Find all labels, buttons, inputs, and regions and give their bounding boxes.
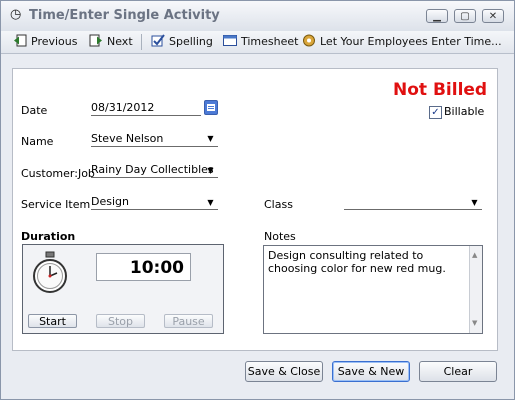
customer-job-field[interactable]: Rainy Day Collectibles — [91, 162, 218, 178]
name-field[interactable]: Steve Nelson — [91, 131, 218, 147]
close-icon: ✕ — [488, 11, 498, 22]
clock-icon: ◷ — [10, 7, 22, 22]
notes-value: Design consulting related to choosing co… — [268, 249, 446, 275]
name-value: Steve Nelson — [91, 132, 164, 145]
customer-job-label: Customer:Job — [21, 167, 95, 180]
customer-job-dropdown-arrow-icon[interactable]: ▼ — [204, 164, 217, 177]
date-value: 08/31/2012 — [91, 101, 155, 114]
employees-enter-time-button[interactable]: Let Your Employees Enter Time... — [302, 34, 502, 50]
timer-box: 10:00 Start Stop Pause — [22, 244, 224, 334]
toolbar: Previous Next Spelling Timesheet Let You… — [1, 31, 514, 54]
previous-label: Previous — [31, 35, 78, 48]
service-item-field[interactable]: Design — [91, 194, 218, 210]
notes-label: Notes — [264, 230, 296, 243]
save-close-button[interactable]: Save & Close — [245, 361, 323, 382]
minimize-button[interactable]: ▁ — [426, 9, 448, 23]
service-item-dropdown-arrow-icon[interactable]: ▼ — [204, 196, 217, 209]
next-icon — [89, 34, 102, 47]
stop-button[interactable]: Stop — [96, 314, 145, 328]
maximize-button[interactable]: ▢ — [454, 9, 476, 23]
notes-scrollbar[interactable]: ▲ ▼ — [469, 246, 482, 333]
minimize-icon: ▁ — [433, 11, 441, 22]
entry-form-panel: Not Billed ✓ Billable Date 08/31/2012 Na… — [12, 68, 498, 351]
close-button[interactable]: ✕ — [482, 9, 504, 23]
previous-icon — [14, 34, 27, 47]
timesheet-label: Timesheet — [241, 35, 299, 48]
notes-textarea[interactable]: Design consulting related to choosing co… — [263, 245, 483, 334]
customer-job-value: Rainy Day Collectibles — [91, 163, 214, 176]
name-dropdown-arrow-icon[interactable]: ▼ — [204, 132, 217, 145]
timesheet-button[interactable]: Timesheet — [223, 34, 298, 50]
save-new-button[interactable]: Save & New — [332, 361, 410, 382]
next-button[interactable]: Next — [89, 34, 133, 50]
toolbar-separator — [141, 34, 142, 50]
date-field[interactable]: 08/31/2012 — [91, 100, 201, 116]
duration-label: Duration — [21, 230, 76, 243]
title-bar: ◷ Time/Enter Single Activity ▁ ▢ ✕ — [1, 1, 514, 32]
name-label: Name — [21, 135, 54, 148]
start-button[interactable]: Start — [28, 314, 77, 328]
calendar-icon — [207, 104, 215, 111]
service-item-label: Service Item — [21, 198, 91, 211]
spelling-button[interactable]: Spelling — [151, 34, 213, 50]
pause-button[interactable]: Pause — [164, 314, 213, 328]
window-title: Time/Enter Single Activity — [29, 8, 220, 23]
spelling-label: Spelling — [169, 35, 213, 48]
date-label: Date — [21, 104, 48, 117]
scroll-up-icon[interactable]: ▲ — [472, 249, 477, 262]
class-label: Class — [264, 198, 293, 211]
checkmark-icon: ✓ — [431, 107, 440, 118]
duration-display[interactable]: 10:00 — [96, 253, 191, 281]
calendar-button[interactable] — [204, 100, 218, 115]
spelling-icon — [151, 34, 165, 47]
clear-button[interactable]: Clear — [419, 361, 497, 382]
employees-icon — [303, 34, 315, 47]
maximize-icon: ▢ — [460, 11, 470, 22]
time-entry-window: ◷ Time/Enter Single Activity ▁ ▢ ✕ Previ… — [0, 0, 515, 400]
next-label: Next — [107, 35, 133, 48]
class-field[interactable] — [344, 194, 482, 210]
service-item-value: Design — [91, 195, 129, 208]
billable-label: Billable — [444, 105, 485, 118]
previous-button[interactable]: Previous — [13, 34, 78, 50]
timesheet-icon — [223, 35, 237, 46]
scroll-down-icon[interactable]: ▼ — [472, 317, 477, 330]
stopwatch-icon — [33, 251, 67, 293]
billing-status: Not Billed — [393, 80, 488, 100]
billable-checkbox[interactable]: ✓ — [429, 106, 442, 119]
employees-label: Let Your Employees Enter Time... — [320, 35, 502, 48]
class-dropdown-arrow-icon[interactable]: ▼ — [468, 196, 481, 209]
